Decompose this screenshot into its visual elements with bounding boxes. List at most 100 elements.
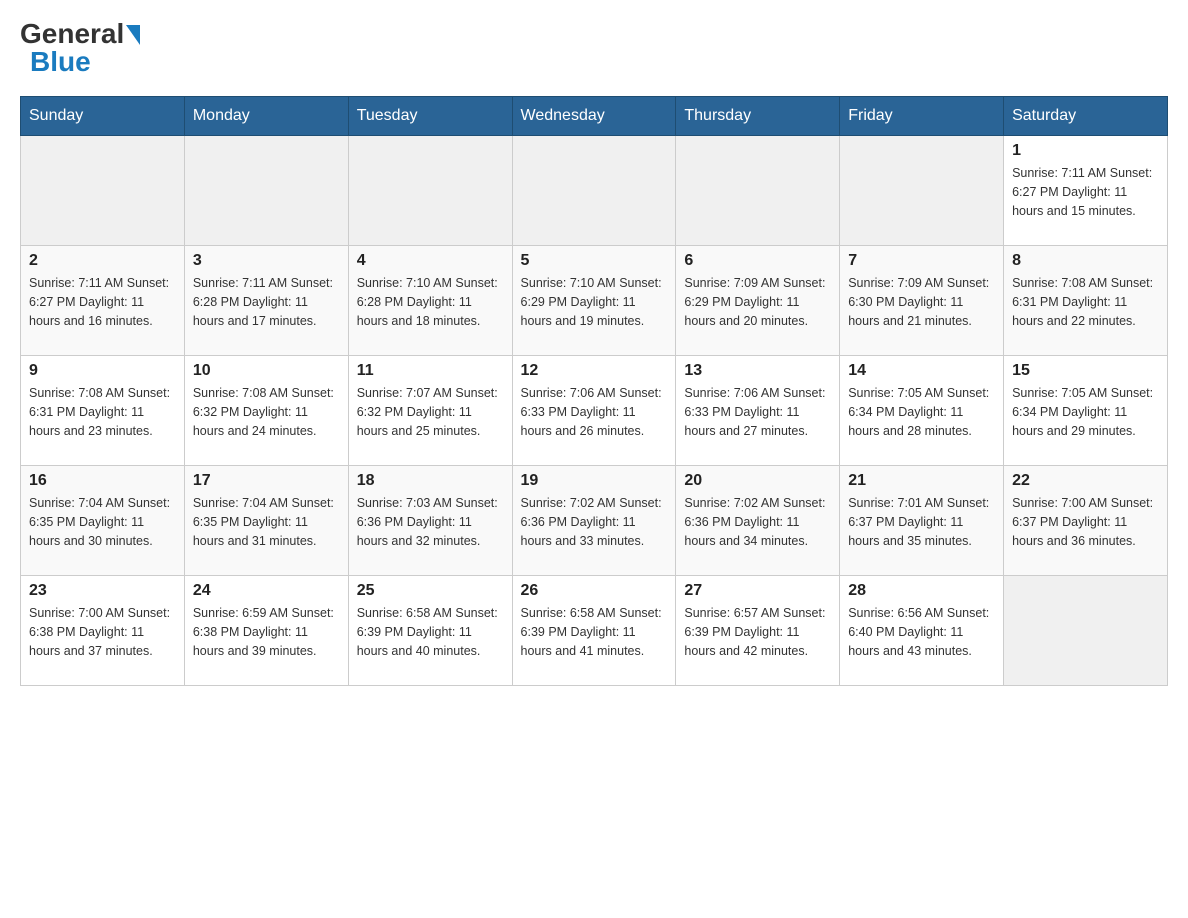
day-number: 27 — [684, 582, 831, 600]
day-number: 2 — [29, 252, 176, 270]
day-number: 18 — [357, 472, 504, 490]
day-info: Sunrise: 7:08 AM Sunset: 6:31 PM Dayligh… — [1012, 274, 1159, 330]
calendar-cell: 10 Sunrise: 7:08 AM Sunset: 6:32 PM Dayli… — [184, 356, 348, 466]
calendar-cell — [184, 136, 348, 246]
day-info: Sunrise: 6:57 AM Sunset: 6:39 PM Dayligh… — [684, 604, 831, 660]
calendar-table: SundayMondayTuesdayWednesdayThursdayFrid… — [20, 96, 1168, 686]
day-number: 23 — [29, 582, 176, 600]
calendar-cell: 22 Sunrise: 7:00 AM Sunset: 6:37 PM Dayli… — [1004, 466, 1168, 576]
day-info: Sunrise: 7:06 AM Sunset: 6:33 PM Dayligh… — [521, 384, 668, 440]
calendar-cell: 12 Sunrise: 7:06 AM Sunset: 6:33 PM Dayli… — [512, 356, 676, 466]
day-number: 26 — [521, 582, 668, 600]
calendar-cell — [676, 136, 840, 246]
calendar-cell: 3 Sunrise: 7:11 AM Sunset: 6:28 PM Daylig… — [184, 246, 348, 356]
calendar-cell: 16 Sunrise: 7:04 AM Sunset: 6:35 PM Dayli… — [21, 466, 185, 576]
day-info: Sunrise: 7:11 AM Sunset: 6:27 PM Dayligh… — [1012, 164, 1159, 220]
day-info: Sunrise: 7:11 AM Sunset: 6:27 PM Dayligh… — [29, 274, 176, 330]
logo: General Blue — [20, 20, 140, 76]
day-number: 21 — [848, 472, 995, 490]
day-number: 20 — [684, 472, 831, 490]
day-info: Sunrise: 7:04 AM Sunset: 6:35 PM Dayligh… — [29, 494, 176, 550]
day-info: Sunrise: 7:00 AM Sunset: 6:38 PM Dayligh… — [29, 604, 176, 660]
calendar-cell: 25Sunrise: 6:58 AM Sunset: 6:39 PM Dayli… — [348, 576, 512, 686]
calendar-cell: 23 Sunrise: 7:00 AM Sunset: 6:38 PM Dayli… — [21, 576, 185, 686]
day-number: 19 — [521, 472, 668, 490]
calendar-cell: 5 Sunrise: 7:10 AM Sunset: 6:29 PM Daylig… — [512, 246, 676, 356]
day-info: Sunrise: 7:05 AM Sunset: 6:34 PM Dayligh… — [848, 384, 995, 440]
calendar-cell — [1004, 576, 1168, 686]
calendar-cell: 20 Sunrise: 7:02 AM Sunset: 6:36 PM Dayli… — [676, 466, 840, 576]
calendar-week-row: 23 Sunrise: 7:00 AM Sunset: 6:38 PM Dayli… — [21, 576, 1168, 686]
day-number: 8 — [1012, 252, 1159, 270]
day-number: 16 — [29, 472, 176, 490]
calendar-cell — [21, 136, 185, 246]
calendar-cell: 26 Sunrise: 6:58 AM Sunset: 6:39 PM Dayli… — [512, 576, 676, 686]
day-info: Sunrise: 7:02 AM Sunset: 6:36 PM Dayligh… — [521, 494, 668, 550]
day-number: 10 — [193, 362, 340, 380]
day-number: 12 — [521, 362, 668, 380]
calendar-cell: 24Sunrise: 6:59 AM Sunset: 6:38 PM Dayli… — [184, 576, 348, 686]
day-info: Sunrise: 7:05 AM Sunset: 6:34 PM Dayligh… — [1012, 384, 1159, 440]
day-info: Sunrise: 6:56 AM Sunset: 6:40 PM Dayligh… — [848, 604, 995, 660]
calendar-week-row: 2 Sunrise: 7:11 AM Sunset: 6:27 PM Daylig… — [21, 246, 1168, 356]
day-info: Sunrise: 7:10 AM Sunset: 6:29 PM Dayligh… — [521, 274, 668, 330]
calendar-cell: 6 Sunrise: 7:09 AM Sunset: 6:29 PM Daylig… — [676, 246, 840, 356]
calendar-week-row: 16 Sunrise: 7:04 AM Sunset: 6:35 PM Dayli… — [21, 466, 1168, 576]
logo-triangle-icon — [126, 25, 140, 45]
calendar-day-header: Tuesday — [348, 97, 512, 136]
day-number: 13 — [684, 362, 831, 380]
calendar-day-header: Wednesday — [512, 97, 676, 136]
day-number: 3 — [193, 252, 340, 270]
day-info: Sunrise: 7:02 AM Sunset: 6:36 PM Dayligh… — [684, 494, 831, 550]
day-info: Sunrise: 7:07 AM Sunset: 6:32 PM Dayligh… — [357, 384, 504, 440]
day-info: Sunrise: 7:10 AM Sunset: 6:28 PM Dayligh… — [357, 274, 504, 330]
calendar-cell: 19 Sunrise: 7:02 AM Sunset: 6:36 PM Dayli… — [512, 466, 676, 576]
day-number: 28 — [848, 582, 995, 600]
calendar-cell: 13 Sunrise: 7:06 AM Sunset: 6:33 PM Dayli… — [676, 356, 840, 466]
calendar-header-row: SundayMondayTuesdayWednesdayThursdayFrid… — [21, 97, 1168, 136]
logo-blue-text: Blue — [30, 48, 91, 76]
calendar-cell — [512, 136, 676, 246]
day-number: 1 — [1012, 142, 1159, 160]
calendar-cell — [348, 136, 512, 246]
day-info: Sunrise: 7:06 AM Sunset: 6:33 PM Dayligh… — [684, 384, 831, 440]
day-info: Sunrise: 6:58 AM Sunset: 6:39 PM Dayligh… — [521, 604, 668, 660]
day-number: 9 — [29, 362, 176, 380]
calendar-day-header: Saturday — [1004, 97, 1168, 136]
day-number: 7 — [848, 252, 995, 270]
calendar-cell: 27 Sunrise: 6:57 AM Sunset: 6:39 PM Dayli… — [676, 576, 840, 686]
calendar-cell: 21 Sunrise: 7:01 AM Sunset: 6:37 PM Dayli… — [840, 466, 1004, 576]
calendar-day-header: Sunday — [21, 97, 185, 136]
day-number: 4 — [357, 252, 504, 270]
calendar-week-row: 9Sunrise: 7:08 AM Sunset: 6:31 PM Daylig… — [21, 356, 1168, 466]
day-info: Sunrise: 7:00 AM Sunset: 6:37 PM Dayligh… — [1012, 494, 1159, 550]
calendar-day-header: Monday — [184, 97, 348, 136]
calendar-cell: 4 Sunrise: 7:10 AM Sunset: 6:28 PM Daylig… — [348, 246, 512, 356]
calendar-cell: 15 Sunrise: 7:05 AM Sunset: 6:34 PM Dayli… — [1004, 356, 1168, 466]
day-number: 5 — [521, 252, 668, 270]
calendar-day-header: Friday — [840, 97, 1004, 136]
day-info: Sunrise: 7:01 AM Sunset: 6:37 PM Dayligh… — [848, 494, 995, 550]
day-info: Sunrise: 7:08 AM Sunset: 6:32 PM Dayligh… — [193, 384, 340, 440]
calendar-cell: 18 Sunrise: 7:03 AM Sunset: 6:36 PM Dayli… — [348, 466, 512, 576]
day-info: Sunrise: 7:11 AM Sunset: 6:28 PM Dayligh… — [193, 274, 340, 330]
calendar-cell: 17Sunrise: 7:04 AM Sunset: 6:35 PM Dayli… — [184, 466, 348, 576]
day-number: 6 — [684, 252, 831, 270]
calendar-cell: 28 Sunrise: 6:56 AM Sunset: 6:40 PM Dayli… — [840, 576, 1004, 686]
day-info: Sunrise: 6:58 AM Sunset: 6:39 PM Dayligh… — [357, 604, 504, 660]
day-info: Sunrise: 7:09 AM Sunset: 6:29 PM Dayligh… — [684, 274, 831, 330]
day-number: 22 — [1012, 472, 1159, 490]
logo-general-text: General — [20, 20, 124, 48]
day-number: 15 — [1012, 362, 1159, 380]
calendar-week-row: 1 Sunrise: 7:11 AM Sunset: 6:27 PM Daylig… — [21, 136, 1168, 246]
day-info: Sunrise: 7:04 AM Sunset: 6:35 PM Dayligh… — [193, 494, 340, 550]
calendar-day-header: Thursday — [676, 97, 840, 136]
day-info: Sunrise: 7:03 AM Sunset: 6:36 PM Dayligh… — [357, 494, 504, 550]
day-info: Sunrise: 6:59 AM Sunset: 6:38 PM Dayligh… — [193, 604, 340, 660]
calendar-cell: 14Sunrise: 7:05 AM Sunset: 6:34 PM Dayli… — [840, 356, 1004, 466]
calendar-cell: 1 Sunrise: 7:11 AM Sunset: 6:27 PM Daylig… — [1004, 136, 1168, 246]
day-info: Sunrise: 7:09 AM Sunset: 6:30 PM Dayligh… — [848, 274, 995, 330]
day-number: 11 — [357, 362, 504, 380]
calendar-cell: 2 Sunrise: 7:11 AM Sunset: 6:27 PM Daylig… — [21, 246, 185, 356]
calendar-cell: 8 Sunrise: 7:08 AM Sunset: 6:31 PM Daylig… — [1004, 246, 1168, 356]
